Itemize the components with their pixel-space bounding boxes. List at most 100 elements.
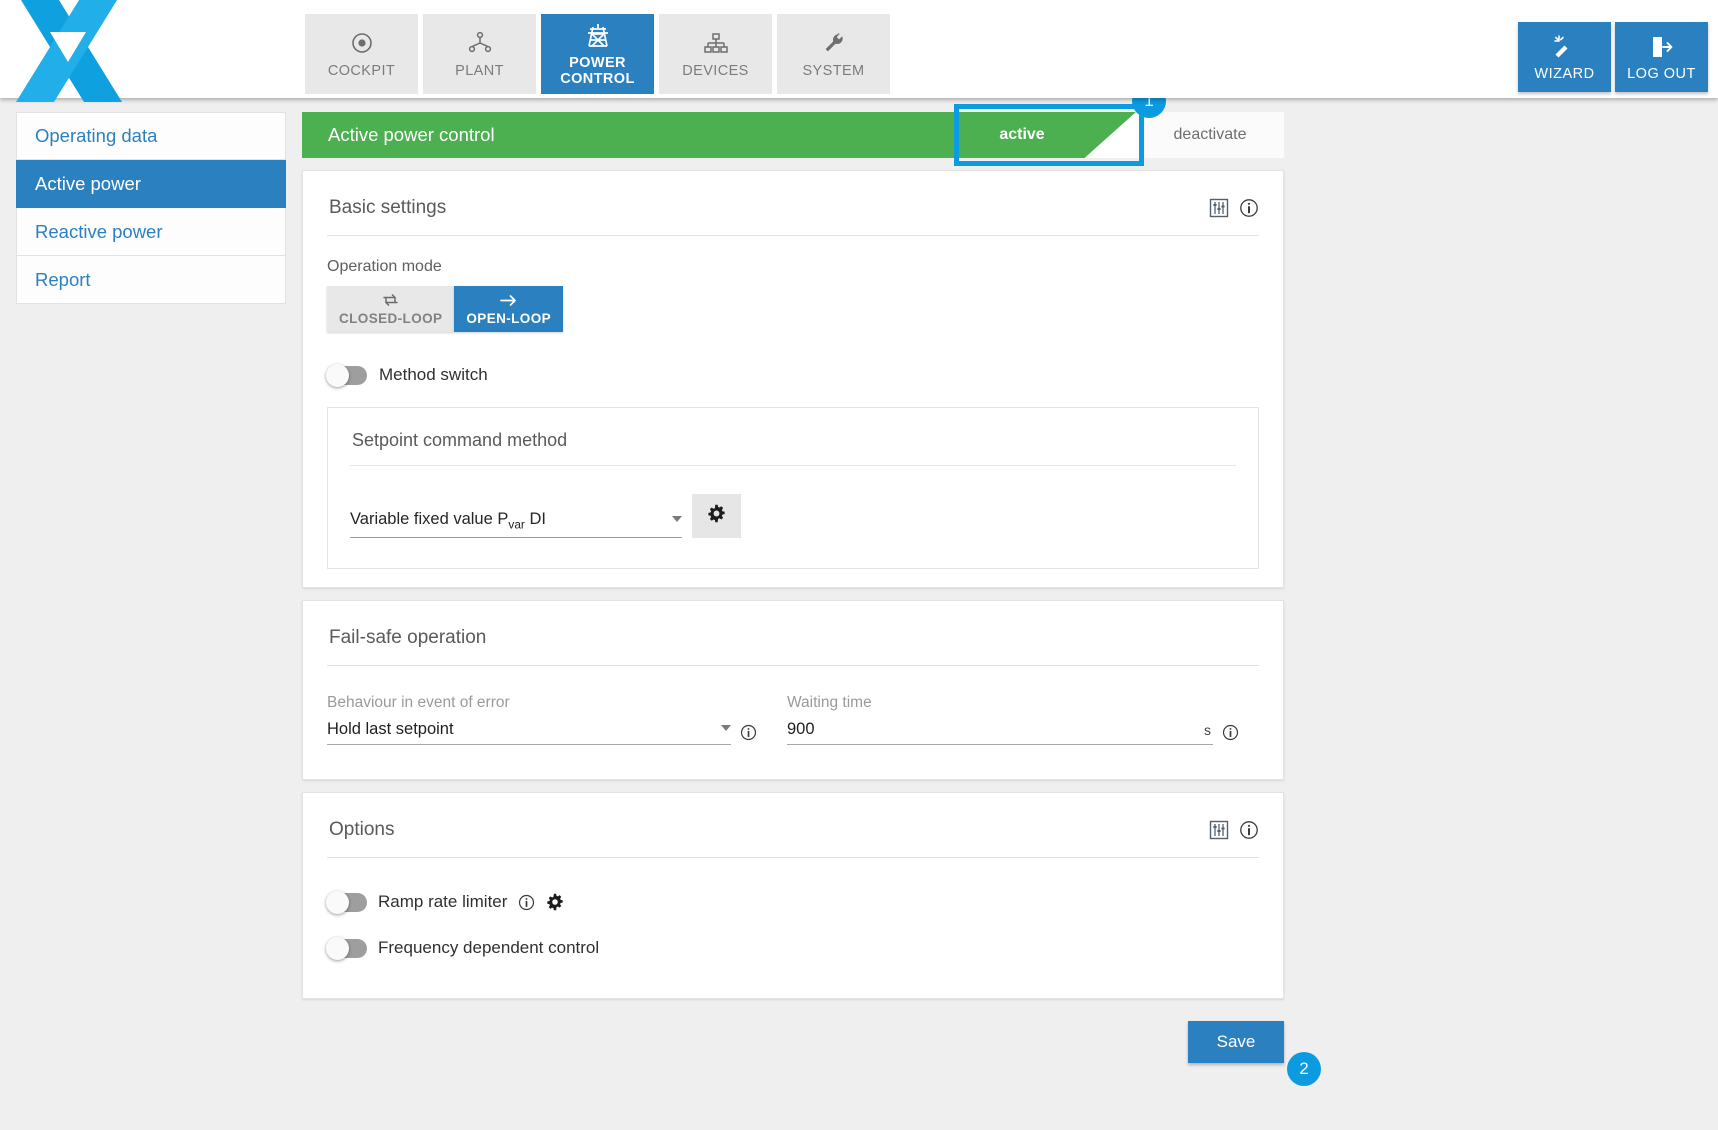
- fail-safe-title-row: Fail-safe operation: [327, 601, 1259, 666]
- transmission-tower-icon: [584, 20, 612, 50]
- waiting-time-input[interactable]: 900 s: [787, 720, 1213, 745]
- setpoint-select-row: Variable fixed value Pvar DI: [350, 494, 1236, 538]
- active-power-control-header: Active power control active deactivate: [302, 104, 1284, 166]
- ramp-rate-limiter-label: Ramp rate limiter: [378, 892, 508, 911]
- save-bar: Save: [302, 1021, 1284, 1063]
- nav-tab-label-line1: POWER: [569, 55, 626, 72]
- fail-safe-fields: Behaviour in event of error Hold last se…: [327, 694, 1259, 779]
- setpoint-method-value: Variable fixed value Pvar DI: [350, 509, 546, 531]
- setpoint-command-method-panel: Setpoint command method Variable fixed v…: [327, 407, 1259, 569]
- waiting-time-field: Waiting time 900 s: [787, 694, 1239, 745]
- arrow-right-icon: [499, 293, 518, 308]
- operation-mode-buttons: CLOSED-LOOP OPEN-LOOP: [327, 286, 1259, 332]
- loop-arrows-icon: [381, 293, 400, 308]
- behaviour-value: Hold last setpoint: [327, 720, 454, 738]
- nav-tab-system[interactable]: SYSTEM: [777, 14, 890, 94]
- sidebar-item-operating-data[interactable]: Operating data: [16, 112, 286, 160]
- nav-tab-power-control[interactable]: POWER CONTROL: [541, 14, 654, 94]
- magic-wand-icon: [1552, 33, 1578, 61]
- frequency-dependent-control-label: Frequency dependent control: [378, 938, 600, 957]
- sidebar-item-label: Operating data: [35, 125, 158, 146]
- x-logo: [10, 0, 125, 102]
- gear-icon[interactable]: [546, 893, 564, 911]
- toggle-knob: [326, 363, 349, 387]
- wrench-icon: [822, 28, 846, 58]
- sidebar: Operating data Active power Reactive pow…: [16, 112, 286, 304]
- options-icons: [1209, 820, 1259, 840]
- ramp-rate-limiter-toggle[interactable]: [326, 890, 367, 914]
- info-icon[interactable]: [740, 724, 757, 741]
- callout-badge-2-label: 2: [1299, 1059, 1309, 1078]
- tab-active[interactable]: active: [952, 112, 1136, 158]
- setpoint-method-select[interactable]: Variable fixed value Pvar DI: [350, 510, 682, 538]
- sidebar-item-report[interactable]: Report: [16, 256, 286, 304]
- nav-tab-label-line2: CONTROL: [560, 71, 635, 87]
- sliders-settings-icon[interactable]: [1209, 820, 1229, 840]
- plant-network-icon: [467, 28, 493, 58]
- devices-tree-icon: [703, 28, 729, 58]
- nav-tab-label: POWER CONTROL: [560, 56, 635, 87]
- info-icon[interactable]: [518, 894, 535, 911]
- main-navigation: COCKPIT PLANT POWER CONTROL DEVICES SYST…: [305, 14, 890, 94]
- toggle-knob: [326, 936, 349, 960]
- tab-deactivate[interactable]: deactivate: [1136, 112, 1284, 158]
- waiting-time-value: 900: [787, 720, 815, 738]
- sliders-settings-icon[interactable]: [1209, 198, 1229, 218]
- basic-settings-title-row: Basic settings: [327, 171, 1259, 236]
- closed-loop-label: CLOSED-LOOP: [339, 310, 443, 326]
- page-title-text: Active power control: [328, 124, 495, 145]
- sidebar-item-label: Report: [35, 268, 91, 290]
- save-button-label: Save: [1216, 1032, 1256, 1051]
- open-loop-button[interactable]: OPEN-LOOP: [454, 286, 564, 332]
- info-icon[interactable]: [1239, 198, 1259, 218]
- behaviour-field: Behaviour in event of error Hold last se…: [327, 694, 757, 745]
- sidebar-item-label: Active power: [35, 172, 141, 194]
- fail-safe-title: Fail-safe operation: [329, 627, 487, 648]
- fail-safe-operation-card: Fail-safe operation Behaviour in event o…: [302, 600, 1284, 780]
- options-card: Options Ramp rate limiter Frequency depe…: [302, 792, 1284, 999]
- logout-door-icon: [1649, 33, 1675, 61]
- waiting-time-label: Waiting time: [787, 694, 872, 711]
- nav-tab-label: SYSTEM: [802, 63, 865, 80]
- waiting-time-input-wrap: 900 s: [787, 720, 1239, 745]
- main-content: Active power control active deactivate B…: [302, 104, 1284, 1063]
- method-switch-label: Method switch: [379, 365, 488, 384]
- page-title: Active power control: [302, 112, 952, 158]
- nav-tab-label: DEVICES: [682, 63, 749, 80]
- nav-tab-devices[interactable]: DEVICES: [659, 14, 772, 94]
- setpoint-command-method-title: Setpoint command method: [350, 408, 1236, 466]
- logout-button[interactable]: LOG OUT: [1615, 22, 1708, 92]
- options-title-row: Options: [327, 793, 1259, 858]
- tab-active-label: active: [999, 126, 1045, 143]
- save-button[interactable]: Save: [1188, 1021, 1284, 1063]
- method-switch-row: Method switch: [326, 363, 1259, 387]
- logout-button-label: LOG OUT: [1627, 65, 1696, 82]
- frequency-dependent-control-row: Frequency dependent control: [326, 936, 1259, 960]
- ramp-rate-limiter-row: Ramp rate limiter: [326, 890, 1259, 914]
- nav-tab-plant[interactable]: PLANT: [423, 14, 536, 94]
- nav-tab-label: PLANT: [455, 63, 504, 80]
- nav-tab-label: COCKPIT: [327, 63, 396, 80]
- tab-deactivate-label: deactivate: [1173, 126, 1247, 143]
- wizard-button[interactable]: WIZARD: [1518, 22, 1611, 92]
- behaviour-select[interactable]: Hold last setpoint: [327, 720, 731, 745]
- basic-settings-card: Basic settings Operation mode CLOSED-LOO…: [302, 170, 1284, 588]
- sidebar-item-reactive-power[interactable]: Reactive power: [16, 208, 286, 256]
- setpoint-settings-gear-button[interactable]: [692, 494, 741, 538]
- sidebar-item-active-power[interactable]: Active power: [16, 160, 286, 208]
- closed-loop-button[interactable]: CLOSED-LOOP: [327, 286, 455, 332]
- frequency-dependent-control-toggle[interactable]: [326, 936, 367, 960]
- gear-icon: [707, 504, 726, 528]
- chevron-down-icon: [721, 725, 731, 731]
- info-icon[interactable]: [1239, 820, 1259, 840]
- behaviour-input-wrap: Hold last setpoint: [327, 720, 757, 745]
- nav-tab-cockpit[interactable]: COCKPIT: [305, 14, 418, 94]
- basic-settings-icons: [1209, 198, 1259, 218]
- waiting-time-unit: s: [1204, 721, 1211, 738]
- method-switch-toggle[interactable]: [326, 363, 367, 387]
- options-title: Options: [329, 819, 395, 840]
- info-icon[interactable]: [1222, 724, 1239, 741]
- chevron-down-icon: [672, 515, 682, 522]
- callout-badge-2: 2: [1287, 1052, 1321, 1086]
- top-right-actions: WIZARD LOG OUT: [1518, 22, 1708, 92]
